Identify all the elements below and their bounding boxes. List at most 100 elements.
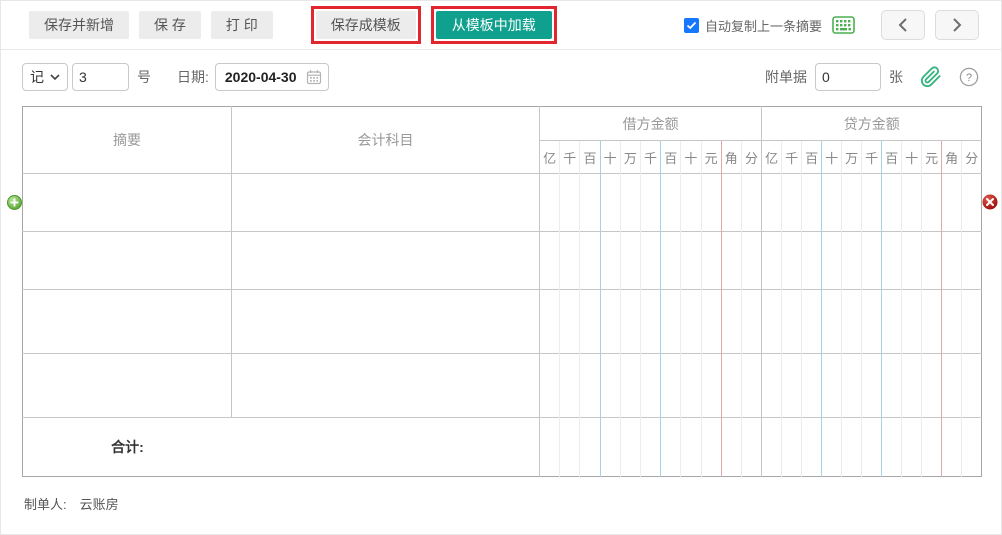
date-picker[interactable]: 2020-04-30 [214,63,329,91]
credit-digit-cell[interactable] [861,289,882,354]
credit-digit-cell[interactable] [841,231,862,290]
voucher-type-select[interactable]: 记 [22,63,68,91]
subject-cell[interactable] [231,289,540,354]
credit-digit-cell[interactable] [761,289,782,354]
debit-digit-cell[interactable] [559,231,580,290]
debit-digit-cell[interactable] [559,289,580,354]
debit-digit-cell[interactable] [740,289,762,354]
debit-digit-cell[interactable] [700,353,722,418]
summary-cell[interactable] [22,173,232,232]
save-button[interactable]: 保 存 [139,11,201,39]
credit-digit-cell[interactable] [761,173,782,232]
credit-digit-cell[interactable] [821,173,842,232]
subject-cell[interactable] [231,353,540,418]
previous-voucher-button[interactable] [881,10,925,40]
credit-digit-cell[interactable] [941,173,962,232]
credit-digit-cell[interactable] [941,289,962,354]
debit-digit-cell[interactable] [579,231,601,290]
debit-digit-cell[interactable] [639,353,661,418]
debit-digit-cell[interactable] [720,353,742,418]
debit-digit-cell[interactable] [599,231,621,290]
delete-circle-icon[interactable] [982,194,998,210]
credit-digit-cell[interactable] [821,289,842,354]
credit-digit-cell[interactable] [881,289,902,354]
credit-digit-cell[interactable] [801,231,822,290]
credit-digit-cell[interactable] [901,353,922,418]
subject-cell[interactable] [231,231,540,290]
debit-digit-cell[interactable] [680,289,701,354]
credit-digit-cell[interactable] [781,173,802,232]
credit-digit-cell[interactable] [861,173,882,232]
debit-digit-cell[interactable] [720,289,742,354]
credit-digit-cell[interactable] [961,353,982,418]
debit-digit-cell[interactable] [720,231,742,290]
debit-digit-cell[interactable] [538,231,560,290]
debit-digit-cell[interactable] [599,173,621,232]
credit-digit-cell[interactable] [921,173,942,232]
credit-digit-cell[interactable] [821,231,842,290]
subject-cell[interactable] [231,173,540,232]
debit-digit-cell[interactable] [660,289,681,354]
summary-cell[interactable] [22,353,232,418]
credit-digit-cell[interactable] [881,353,902,418]
debit-digit-cell[interactable] [700,173,722,232]
credit-digit-cell[interactable] [801,353,822,418]
credit-digit-cell[interactable] [781,231,802,290]
debit-digit-cell[interactable] [700,289,722,354]
credit-digit-cell[interactable] [941,353,962,418]
debit-digit-cell[interactable] [680,173,701,232]
debit-digit-cell[interactable] [639,289,661,354]
paperclip-icon[interactable] [920,65,942,89]
credit-digit-cell[interactable] [961,173,982,232]
credit-digit-cell[interactable] [921,353,942,418]
save-as-template-button[interactable]: 保存成模板 [315,11,416,39]
debit-digit-cell[interactable] [660,353,681,418]
keyboard-icon[interactable] [832,16,855,34]
plus-circle-icon[interactable] [7,195,22,210]
print-button[interactable]: 打 印 [210,11,273,39]
debit-digit-cell[interactable] [538,173,560,232]
credit-digit-cell[interactable] [841,353,862,418]
debit-digit-cell[interactable] [700,231,722,290]
credit-digit-cell[interactable] [921,231,942,290]
debit-digit-cell[interactable] [639,231,661,290]
credit-digit-cell[interactable] [821,353,842,418]
debit-digit-cell[interactable] [619,353,641,418]
credit-digit-cell[interactable] [801,289,822,354]
credit-digit-cell[interactable] [941,231,962,290]
credit-digit-cell[interactable] [861,353,882,418]
attachment-count-input[interactable] [815,63,881,91]
credit-digit-cell[interactable] [961,231,982,290]
credit-digit-cell[interactable] [961,289,982,354]
debit-digit-cell[interactable] [599,289,621,354]
credit-digit-cell[interactable] [901,231,922,290]
debit-digit-cell[interactable] [579,353,601,418]
debit-digit-cell[interactable] [579,289,601,354]
debit-digit-cell[interactable] [740,353,762,418]
credit-digit-cell[interactable] [881,173,902,232]
credit-digit-cell[interactable] [761,231,782,290]
credit-digit-cell[interactable] [901,289,922,354]
summary-cell[interactable] [22,289,232,354]
summary-cell[interactable] [22,231,232,290]
debit-digit-cell[interactable] [538,353,560,418]
auto-copy-checkbox[interactable] [683,17,699,33]
credit-digit-cell[interactable] [781,353,802,418]
debit-digit-cell[interactable] [660,231,681,290]
credit-digit-cell[interactable] [801,173,822,232]
credit-digit-cell[interactable] [921,289,942,354]
credit-digit-cell[interactable] [761,353,782,418]
credit-digit-cell[interactable] [901,173,922,232]
debit-digit-cell[interactable] [599,353,621,418]
debit-digit-cell[interactable] [639,173,661,232]
next-voucher-button[interactable] [935,10,979,40]
credit-digit-cell[interactable] [841,289,862,354]
debit-digit-cell[interactable] [740,231,762,290]
debit-digit-cell[interactable] [619,231,641,290]
save-and-new-button[interactable]: 保存并新增 [29,11,129,39]
debit-digit-cell[interactable] [740,173,762,232]
question-circle-icon[interactable]: ? [959,67,979,87]
debit-digit-cell[interactable] [619,289,641,354]
load-from-template-button[interactable]: 从模板中加载 [435,11,552,39]
voucher-number-input[interactable] [72,63,129,91]
